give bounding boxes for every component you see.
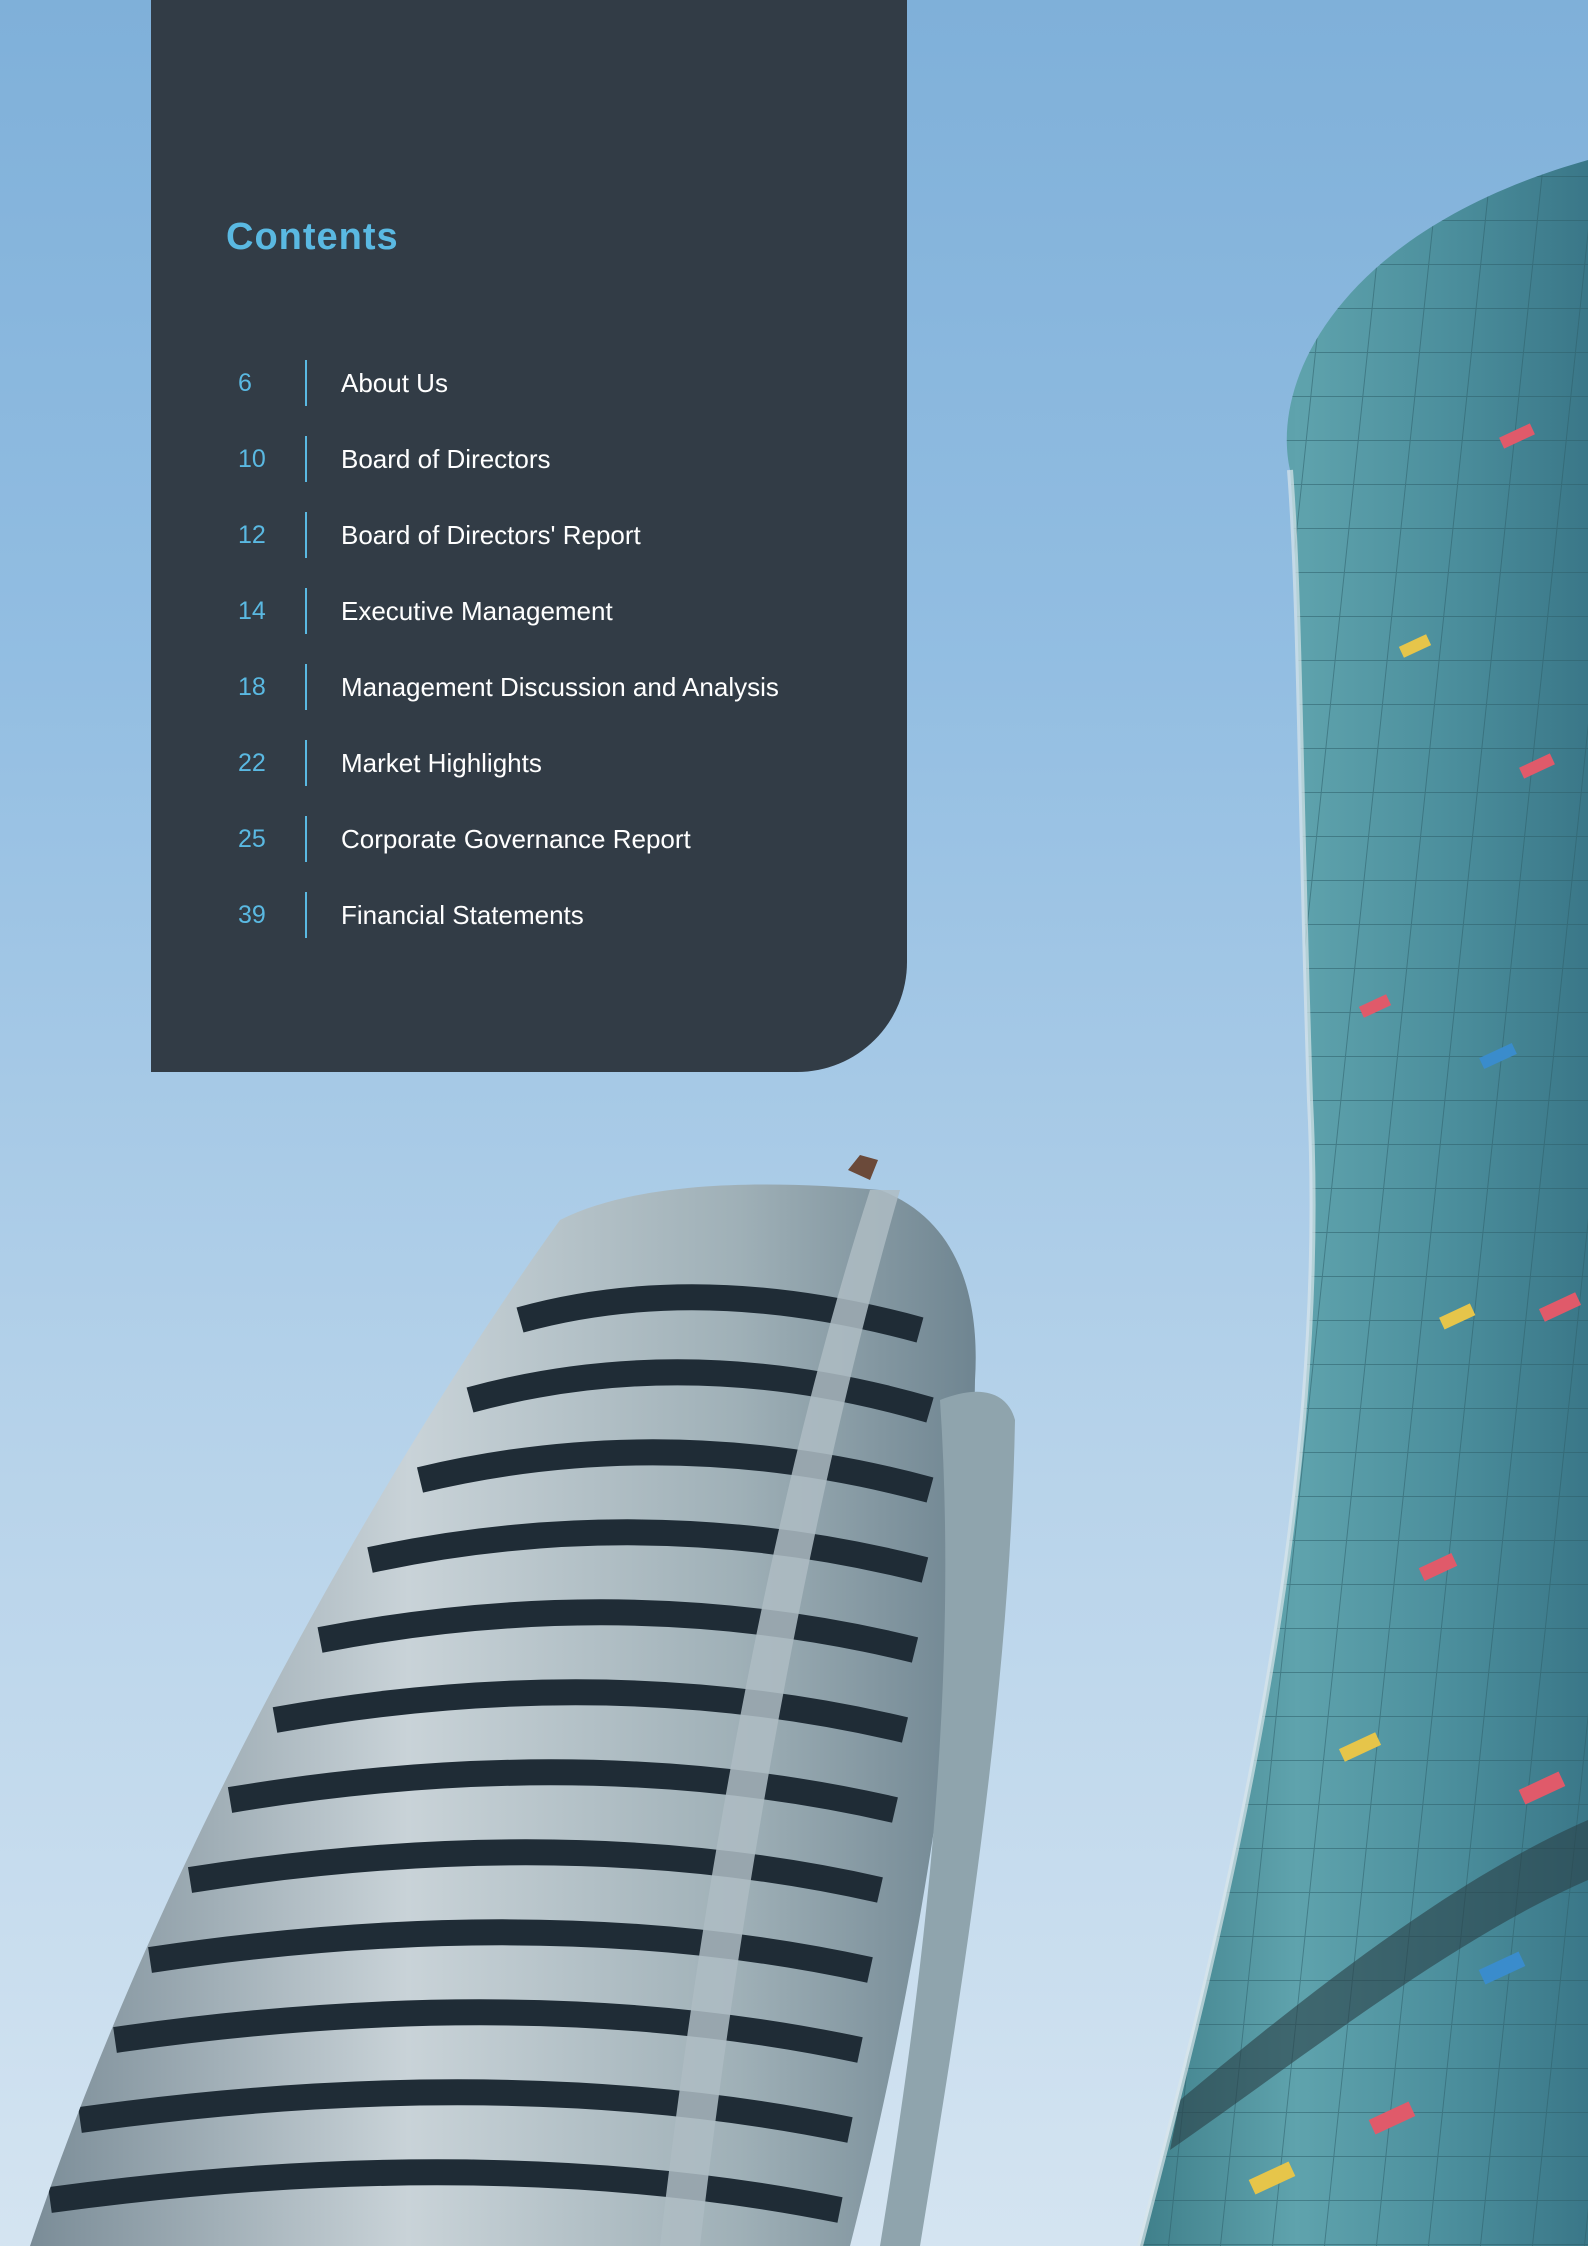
- contents-divider: [305, 360, 307, 406]
- contents-item-board-report[interactable]: 12 Board of Directors' Report: [226, 510, 866, 586]
- contents-page-number: 6: [238, 369, 252, 397]
- contents-item-label: Financial Statements: [341, 900, 584, 930]
- contents-page-number: 10: [238, 445, 266, 473]
- contents-divider: [305, 664, 307, 710]
- contents-item-market-highlights[interactable]: 22 Market Highlights: [226, 738, 866, 814]
- contents-item-label: About Us: [341, 368, 448, 398]
- glass-tower: [1137, 160, 1588, 2246]
- contents-panel: Contents 6 About Us 10 Board of Director…: [151, 0, 907, 1072]
- contents-item-label: Corporate Governance Report: [341, 824, 691, 854]
- contents-page-number: 14: [238, 597, 266, 625]
- contents-item-corporate-governance[interactable]: 25 Corporate Governance Report: [226, 814, 866, 890]
- contents-divider: [305, 436, 307, 482]
- contents-item-label: Market Highlights: [341, 748, 542, 778]
- contents-item-label: Executive Management: [341, 596, 613, 626]
- contents-page-number: 22: [238, 749, 266, 777]
- contents-item-management-discussion[interactable]: 18 Management Discussion and Analysis: [226, 662, 866, 738]
- contents-list: 6 About Us 10 Board of Directors 12 Boar…: [226, 358, 866, 966]
- contents-item-financial-statements[interactable]: 39 Financial Statements: [226, 890, 866, 966]
- contents-page-number: 18: [238, 673, 266, 701]
- contents-page-number: 39: [238, 901, 266, 929]
- curved-tower: [30, 1155, 1015, 2246]
- contents-page-number: 25: [238, 825, 266, 853]
- contents-item-label: Board of Directors: [341, 444, 551, 474]
- contents-divider: [305, 588, 307, 634]
- contents-divider: [305, 892, 307, 938]
- contents-title: Contents: [226, 216, 399, 258]
- contents-item-label: Board of Directors' Report: [341, 520, 641, 550]
- contents-item-label: Management Discussion and Analysis: [341, 672, 779, 702]
- contents-item-executive-management[interactable]: 14 Executive Management: [226, 586, 866, 662]
- contents-page-number: 12: [238, 521, 266, 549]
- contents-divider: [305, 816, 307, 862]
- contents-item-about-us[interactable]: 6 About Us: [226, 358, 866, 434]
- contents-divider: [305, 512, 307, 558]
- contents-item-board-of-directors[interactable]: 10 Board of Directors: [226, 434, 866, 510]
- contents-divider: [305, 740, 307, 786]
